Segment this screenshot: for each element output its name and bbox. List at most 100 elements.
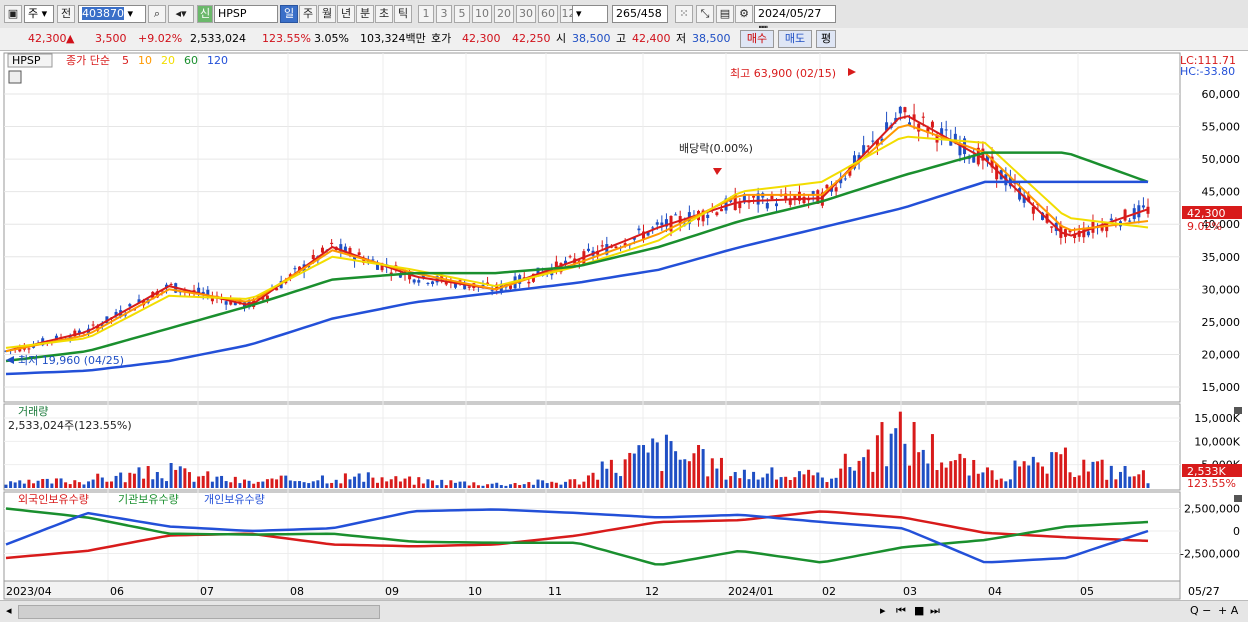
count-total: /458	[637, 7, 662, 20]
buy-button[interactable]: 매수	[740, 30, 774, 48]
holding-tick-1: 0	[1233, 525, 1240, 538]
volume-bar	[1086, 471, 1090, 488]
volume-bar	[137, 467, 141, 488]
volume-bar	[912, 421, 916, 488]
x-tick-5: 10	[468, 585, 482, 598]
volume-bar	[398, 481, 402, 488]
grid-icon[interactable]: ⁙	[675, 5, 693, 23]
holding-panel-close-icon[interactable]	[1234, 495, 1242, 502]
volume-bar	[27, 479, 31, 488]
volume-bar	[752, 471, 756, 488]
count-button-3[interactable]: 3	[436, 5, 452, 23]
interval-button-5[interactable]: 초	[375, 5, 393, 23]
x-tick-13: 05/27	[1188, 585, 1220, 598]
crosshair-icon[interactable]: ⤡	[696, 5, 714, 23]
stock-chart[interactable]: 15,00020,00025,00030,00035,00040,00045,0…	[0, 51, 1248, 600]
count-button-60[interactable]: 60	[538, 5, 558, 23]
volume-bar	[1096, 461, 1100, 488]
interval-button-6[interactable]: 틱	[394, 5, 412, 23]
period-select[interactable]: 주 ▾	[24, 5, 54, 23]
open: 38,500	[572, 32, 611, 45]
eval-button[interactable]: 평	[816, 30, 836, 48]
price-tick-8: 55,000	[1202, 121, 1241, 134]
min-annotation: 최저 19,960 (04/25)	[18, 354, 124, 367]
volume-bar	[311, 481, 315, 488]
volume-bar	[1105, 479, 1109, 488]
volume-bar	[1109, 465, 1113, 488]
volume-bar	[518, 485, 522, 488]
interval-button-4[interactable]: 분	[356, 5, 374, 23]
volume-bar	[41, 478, 45, 488]
volume-panel-close-icon[interactable]	[1234, 407, 1242, 414]
interval-button-1[interactable]: 주	[299, 5, 317, 23]
volume-bar	[701, 449, 705, 488]
count-button-1[interactable]: 1	[418, 5, 434, 23]
prev-button[interactable]: 전	[57, 5, 75, 23]
rewind-icon[interactable]: ⏮	[896, 604, 906, 618]
volume-bar	[981, 472, 985, 488]
volume-bar	[949, 461, 953, 488]
volume-bar	[531, 484, 535, 488]
candle-body	[1123, 209, 1127, 221]
volume-bar	[1068, 472, 1072, 488]
volume-bar	[953, 460, 957, 488]
candle-body	[265, 295, 269, 300]
date-field[interactable]: 2024/05/27 ▦	[754, 5, 836, 36]
candle-body	[91, 324, 95, 326]
count-field[interactable]: 265/458	[612, 5, 668, 23]
volume-bar	[522, 484, 526, 488]
gear-icon[interactable]: ⚙	[735, 5, 753, 23]
menu-icon[interactable]: ▣	[4, 5, 22, 23]
volume-bar	[421, 483, 425, 488]
volume-bar	[1114, 479, 1118, 488]
price: 42,300	[28, 32, 67, 45]
volume-bar	[678, 459, 682, 488]
count-button-5[interactable]: 5	[454, 5, 470, 23]
interval-button-0[interactable]: 일	[280, 5, 298, 23]
zoom-in-icon[interactable]: + A	[1218, 604, 1238, 617]
volume-bar	[353, 476, 357, 488]
count-button-30[interactable]: 30	[516, 5, 536, 23]
volume-bar	[674, 451, 678, 488]
volume-bar	[770, 467, 774, 488]
volume-bar	[944, 467, 948, 488]
save-icon[interactable]: ▤	[716, 5, 734, 23]
scroll-left-icon[interactable]: ◂	[6, 604, 12, 617]
candle-body	[463, 284, 467, 290]
sound-icon[interactable]: ◂▾	[168, 5, 194, 23]
count-button-20[interactable]: 20	[494, 5, 514, 23]
volume-bar	[935, 470, 939, 488]
sell-button[interactable]: 매도	[778, 30, 812, 48]
volume-bar	[591, 472, 595, 488]
code-input[interactable]: 403870 ▾	[78, 5, 146, 23]
candle-body	[921, 116, 925, 118]
volume-bar	[279, 475, 283, 488]
volume-bar	[1137, 474, 1141, 488]
candle-body	[898, 106, 902, 114]
volume-bar	[408, 476, 412, 488]
forward-icon[interactable]: ⏭	[930, 604, 940, 618]
bottom-scrollbar[interactable]: ◂ ▸ ⏮ ■ ⏭ Q − + A	[0, 600, 1248, 622]
hc-label: HC:-33.80	[1180, 65, 1235, 78]
zoom-out-icon[interactable]: Q −	[1190, 604, 1211, 617]
interval-button-2[interactable]: 월	[318, 5, 336, 23]
count-select[interactable]: ▾	[572, 5, 608, 23]
volume-bar	[963, 458, 967, 488]
volume-bar	[816, 472, 820, 488]
count-button-10[interactable]: 10	[472, 5, 492, 23]
date-value: 2024/05/27	[758, 7, 822, 20]
volume-bar	[619, 476, 623, 488]
volume-bar	[623, 459, 627, 488]
interval-button-3[interactable]: 년	[337, 5, 355, 23]
scroll-right-icon[interactable]: ▸	[880, 604, 886, 617]
volume-bar	[1141, 470, 1145, 488]
stop-icon[interactable]: ■	[914, 604, 924, 617]
volume-bar	[87, 481, 91, 488]
table-icon[interactable]	[8, 70, 22, 84]
search-icon[interactable]: ⌕	[148, 5, 166, 23]
x-tick-2: 07	[200, 585, 214, 598]
scroll-thumb[interactable]	[18, 605, 380, 619]
volume-bar	[1031, 456, 1035, 488]
stock-name-field[interactable]: HPSP	[214, 5, 278, 23]
volume-bar	[348, 479, 352, 488]
